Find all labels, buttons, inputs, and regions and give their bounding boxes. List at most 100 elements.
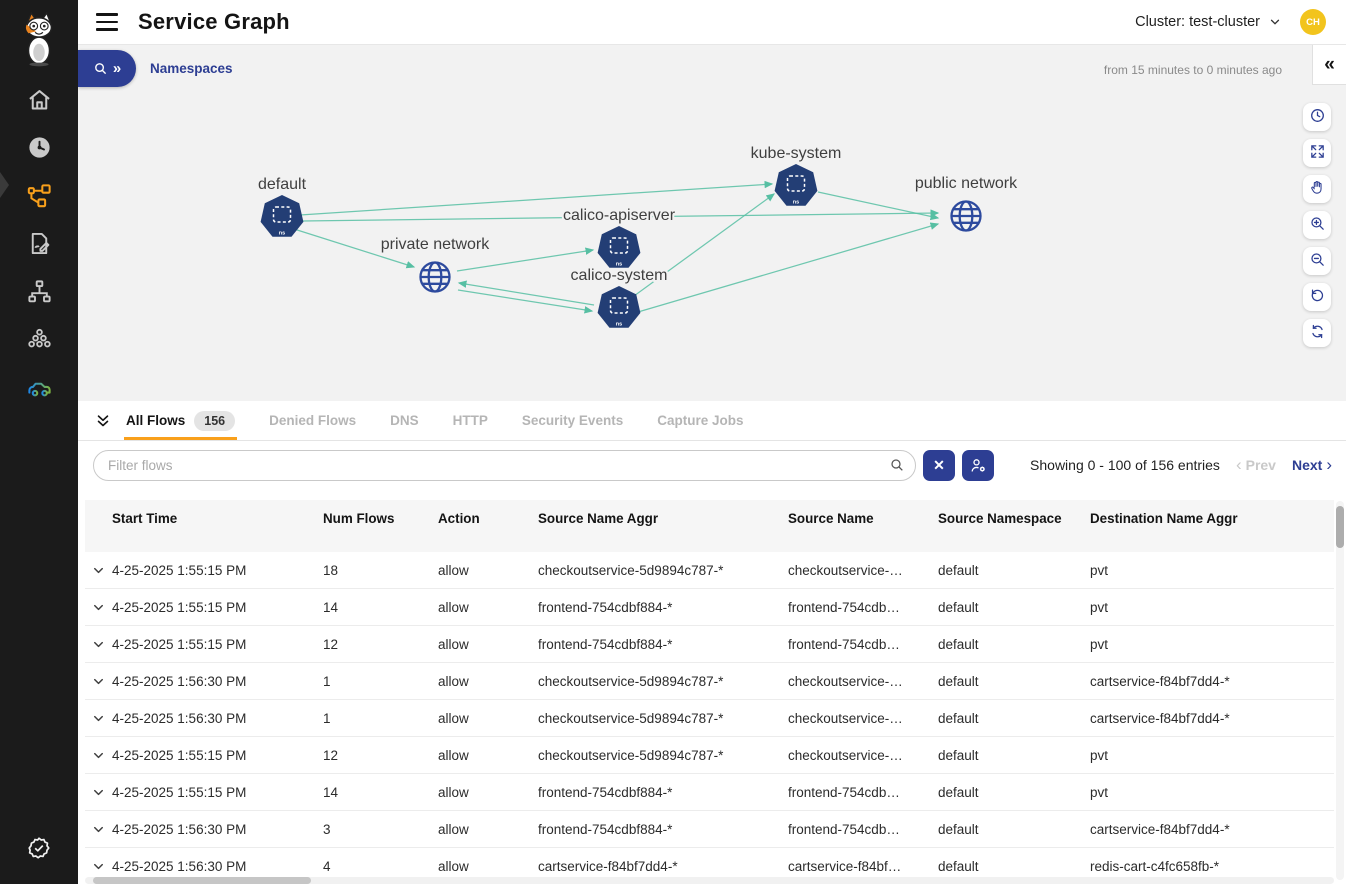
expand-row-icon[interactable] <box>85 748 112 763</box>
tab-capture-jobs[interactable]: Capture Jobs <box>657 401 743 440</box>
customize-columns-button[interactable] <box>962 450 994 481</box>
pan-hand-icon <box>1309 179 1326 199</box>
cluster-selector[interactable]: Cluster: test-cluster <box>1135 14 1282 30</box>
svg-text:ns: ns <box>279 231 285 237</box>
sidebar-item-policies[interactable] <box>0 222 78 270</box>
graph-node-label: calico-apiserver <box>563 207 676 224</box>
column-header: Num Flows <box>323 511 438 527</box>
sidebar-item-compliance[interactable] <box>0 835 78 866</box>
chevron-right-icon: › <box>1326 455 1332 475</box>
dashboard-gauge-icon <box>26 134 53 166</box>
flow-row[interactable]: 4-25-2025 1:55:15 PM14allowfrontend-754c… <box>85 774 1334 811</box>
car-icon <box>26 374 53 406</box>
sidebar-nav <box>0 78 78 414</box>
expand-row-icon[interactable] <box>85 600 112 615</box>
time-range-label: from 15 minutes to 0 minutes ago <box>1104 63 1282 77</box>
expand-row-icon[interactable] <box>85 563 112 578</box>
graph-node-private-network[interactable]: private network <box>381 236 490 292</box>
clock-icon <box>1309 107 1326 127</box>
zoom-out-button[interactable] <box>1303 247 1331 275</box>
expand-row-icon[interactable] <box>85 674 112 689</box>
user-gear-icon <box>969 456 988 475</box>
next-page-button[interactable]: Next› <box>1292 455 1332 475</box>
tab-all-flows[interactable]: All Flows156 <box>126 401 235 440</box>
flow-row[interactable]: 4-25-2025 1:55:15 PM14allowfrontend-754c… <box>85 589 1334 626</box>
topbar-right: Cluster: test-cluster CH <box>1135 9 1326 35</box>
graph-node-calico-system[interactable]: nscalico-system <box>571 267 668 328</box>
flow-row[interactable]: 4-25-2025 1:56:30 PM3allowfrontend-754cd… <box>85 811 1334 848</box>
flow-row[interactable]: 4-25-2025 1:55:15 PM18allowcheckoutservi… <box>85 552 1334 589</box>
sidebar-wedge <box>0 172 9 198</box>
double-chevron-right-icon: » <box>113 61 121 76</box>
topbar: Service Graph Cluster: test-cluster CH <box>78 0 1346 44</box>
view-time-button[interactable] <box>1303 103 1331 131</box>
page-title: Service Graph <box>138 9 290 35</box>
zoom-in-button[interactable] <box>1303 211 1331 239</box>
prev-page-button[interactable]: ‹Prev <box>1236 455 1276 475</box>
sidebar-item-home[interactable] <box>0 78 78 126</box>
edge-calico-system-to-private-network <box>459 283 594 305</box>
filter-row: ✕ Showing 0 - 100 of 156 entries ‹Prev N… <box>78 441 1346 489</box>
edge-calico-system-to-public-network <box>638 224 938 312</box>
flow-row[interactable]: 4-25-2025 1:55:15 PM12allowfrontend-754c… <box>85 626 1334 663</box>
clear-filter-button[interactable]: ✕ <box>923 450 955 481</box>
sidebar-item-image-assurance[interactable] <box>0 366 78 414</box>
expand-row-icon[interactable] <box>85 637 112 652</box>
column-header: Destination Name Aggr <box>1090 511 1334 527</box>
sidebar-item-dashboard[interactable] <box>0 126 78 174</box>
expand-row-icon[interactable] <box>85 822 112 837</box>
fit-screen-button[interactable] <box>1303 139 1331 167</box>
zoom-in-icon <box>1309 215 1326 235</box>
pagination-summary: Showing 0 - 100 of 156 entries <box>1030 457 1220 473</box>
cat-logo-icon <box>16 11 62 67</box>
sidebar <box>0 0 78 884</box>
expand-row-icon[interactable] <box>85 785 112 800</box>
flow-row[interactable]: 4-25-2025 1:56:30 PM1allowcheckoutservic… <box>85 663 1334 700</box>
pan-button[interactable] <box>1303 175 1331 203</box>
tab-http[interactable]: HTTP <box>453 401 488 440</box>
column-header: Source Namespace <box>938 511 1090 527</box>
app: Service Graph Cluster: test-cluster CH n… <box>0 0 1346 884</box>
graph-node-default[interactable]: ns default <box>258 176 307 237</box>
collapse-side-panel-button[interactable]: « <box>1312 45 1346 85</box>
edge-default-to-kube-system <box>300 184 772 215</box>
badge-check-icon <box>26 835 52 866</box>
search-icon <box>93 61 108 76</box>
flows-tabs: All Flows156 Denied Flows DNS HTTP Security … <box>126 401 743 440</box>
hamburger-menu-button[interactable] <box>96 13 118 31</box>
graph-toolbar <box>1303 103 1331 347</box>
sidebar-item-service-graph[interactable] <box>0 174 78 222</box>
column-header: Start Time <box>112 511 323 527</box>
graph-node-calico-apiserver[interactable]: nscalico-apiserver <box>563 207 676 268</box>
graph-node-kube-system[interactable]: nskube-system <box>751 145 842 206</box>
avatar[interactable]: CH <box>1300 9 1326 35</box>
graph-node-label: default <box>258 176 307 193</box>
collapse-flows-panel-icon[interactable] <box>94 412 112 430</box>
horizontal-scrollbar-thumb[interactable] <box>93 877 311 884</box>
flow-row[interactable]: 4-25-2025 1:55:15 PM12allowcheckoutservi… <box>85 737 1334 774</box>
reset-view-button[interactable] <box>1303 283 1331 311</box>
tab-denied-flows[interactable]: Denied Flows <box>269 401 356 440</box>
service-graph-canvas[interactable]: ns default private network nscalico-apiserv… <box>78 45 1346 402</box>
flow-row[interactable]: 4-25-2025 1:56:30 PM1allowcheckoutservic… <box>85 700 1334 737</box>
service-graph-icon <box>26 182 53 214</box>
expand-row-icon[interactable] <box>85 859 112 874</box>
expand-row-icon[interactable] <box>85 711 112 726</box>
refresh-button[interactable] <box>1303 319 1331 347</box>
graph-search-button[interactable]: » <box>78 50 136 87</box>
filter-flows-input[interactable] <box>93 450 916 481</box>
sidebar-item-endpoints[interactable] <box>0 318 78 366</box>
breadcrumb-namespaces[interactable]: Namespaces <box>150 61 233 76</box>
sidebar-item-network[interactable] <box>0 270 78 318</box>
flows-table: Start TimeNum FlowsActionSource Name Agg… <box>85 500 1334 884</box>
tab-security-events[interactable]: Security Events <box>522 401 623 440</box>
vertical-scrollbar-thumb[interactable] <box>1336 506 1344 548</box>
calico-cat-logo[interactable] <box>0 8 78 70</box>
flows-panel: All Flows156 Denied Flows DNS HTTP Security … <box>78 401 1346 884</box>
search-icon <box>889 457 905 478</box>
tab-dns[interactable]: DNS <box>390 401 419 440</box>
graph-node-label: public network <box>915 175 1018 192</box>
flows-tab-bar: All Flows156 Denied Flows DNS HTTP Security … <box>78 401 1346 441</box>
service-graph-panel: ns default private network nscalico-apiserv… <box>78 44 1346 401</box>
graph-node-public-network[interactable]: public network <box>915 175 1018 231</box>
